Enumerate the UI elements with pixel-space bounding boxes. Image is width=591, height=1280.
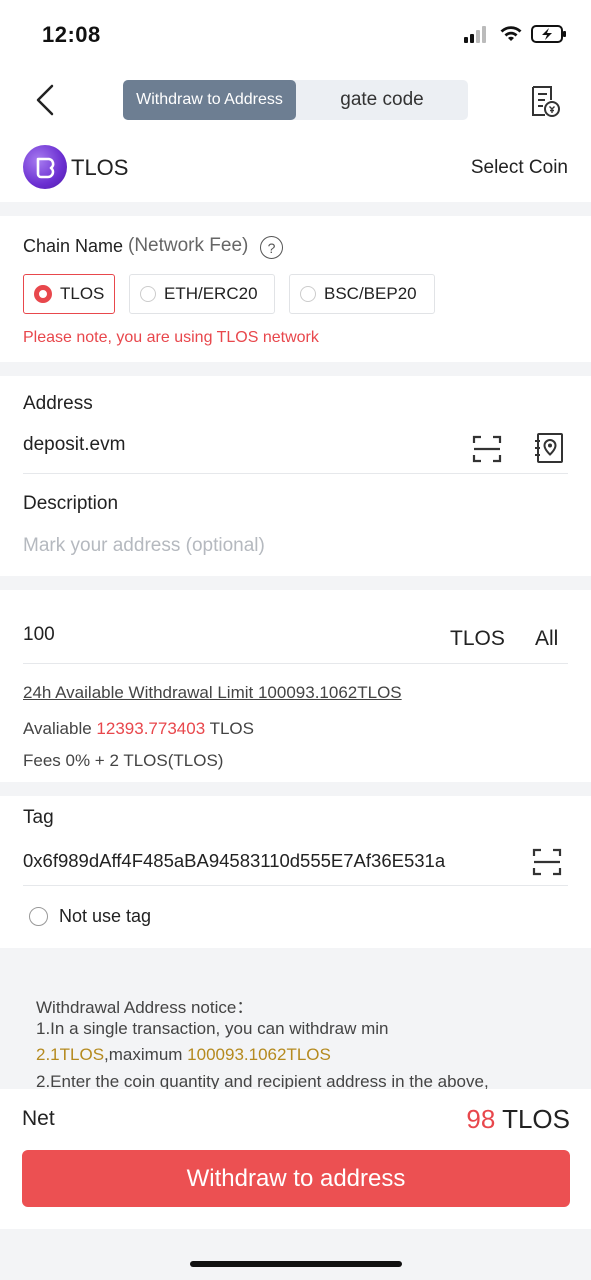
description-label: Description (23, 493, 119, 514)
chain-option-eth-erc20[interactable]: ETH/ERC20 (129, 274, 275, 314)
radio-unselected-icon (140, 286, 156, 302)
net-label: Net (22, 1107, 55, 1130)
tlos-logo-icon (36, 157, 55, 179)
tag-input[interactable]: 0x6f989dAff4F485aBA94583110d555E7Af36E53… (23, 850, 445, 872)
chain-option-bsc-bep20[interactable]: BSC/BEP20 (289, 274, 435, 314)
home-indicator[interactable] (190, 1261, 402, 1267)
available-value: 12393.773403 (96, 719, 206, 738)
withdraw-record-icon[interactable] (529, 84, 561, 118)
divider (23, 473, 568, 474)
notice-line-1: 1.In a single transaction, you can withd… (36, 1019, 389, 1038)
address-book-icon[interactable] (534, 432, 564, 464)
radio-selected-icon (34, 285, 52, 303)
signal-icon (464, 26, 486, 43)
divider (23, 663, 568, 664)
amount-unit: TLOS (450, 627, 505, 650)
scan-qr-icon[interactable] (472, 434, 502, 464)
net-value: 98 (466, 1104, 496, 1134)
all-button[interactable]: All (535, 627, 558, 651)
notice-line-2: 2.Enter the coin quantity and recipient … (36, 1072, 489, 1089)
amount-input[interactable]: 100 (23, 624, 55, 646)
notice-limits: 2.1TLOS,maximum 100093.1062TLOS (36, 1045, 331, 1065)
not-use-tag-label: Not use tag (59, 906, 152, 926)
available-balance: Avaliable 12393.773403 TLOS (23, 719, 254, 739)
chain-option-label: BSC/BEP20 (324, 284, 417, 303)
section-separator (0, 782, 591, 796)
address-label: Address (23, 393, 93, 414)
wifi-icon (500, 26, 522, 41)
available-label: Avaliable (23, 719, 92, 738)
notice-max-value: 100093.1062TLOS (187, 1045, 331, 1064)
network-warning: Please note, you are using TLOS network (23, 329, 319, 346)
tab-gate-code[interactable]: gate code (296, 80, 468, 120)
back-icon[interactable] (30, 82, 62, 118)
description-input[interactable]: Mark your address (optional) (23, 535, 265, 557)
tlos-coin-logo (23, 145, 67, 189)
radio-unselected-icon (29, 907, 48, 926)
chain-option-label: ETH/ERC20 (164, 284, 258, 303)
tab-withdraw-to-address[interactable]: Withdraw to Address (123, 80, 296, 120)
scan-tag-icon[interactable] (532, 847, 562, 877)
coin-name: TLOS (71, 155, 129, 180)
bottom-area (0, 1229, 591, 1280)
net-amount: 98 TLOS (466, 1104, 570, 1135)
radio-unselected-icon (300, 286, 316, 302)
notice-line-2-clip: 2.Enter the coin quantity and recipient … (0, 1070, 591, 1089)
not-use-tag-option[interactable]: Not use tag (29, 906, 151, 927)
section-separator (0, 202, 591, 216)
divider (23, 885, 568, 886)
battery-charging-icon (531, 25, 566, 43)
available-unit: TLOS (209, 719, 254, 738)
status-icons (463, 24, 567, 44)
nav-bar: Withdraw to Address gate code (0, 70, 591, 130)
net-unit: TLOS (502, 1104, 570, 1134)
coin-row: TLOS Select Coin (0, 142, 591, 194)
tag-label: Tag (23, 807, 54, 828)
status-time: 12:08 (42, 22, 101, 47)
withdraw-button[interactable]: Withdraw to address (22, 1150, 570, 1207)
fees-text: Fees 0% + 2 TLOS(TLOS) (23, 751, 224, 770)
notice-title: Withdrawal Address notice： (36, 998, 254, 1017)
withdrawal-limit-link[interactable]: 24h Available Withdrawal Limit 100093.10… (23, 683, 402, 703)
chain-option-label: TLOS (60, 284, 105, 303)
section-separator (0, 362, 591, 376)
section-separator (0, 576, 591, 590)
withdraw-mode-switch: Withdraw to Address gate code (123, 80, 468, 120)
chain-option-tlos[interactable]: TLOS (23, 274, 115, 314)
help-icon[interactable]: ? (260, 236, 283, 259)
notice-min-value: 2.1TLOS (36, 1045, 105, 1064)
network-fee-label: (Network Fee) (128, 235, 249, 256)
notice-max-prefix: ,maximum (104, 1045, 188, 1064)
chain-name-label: Chain Name (23, 236, 124, 256)
select-coin-link[interactable]: Select Coin (471, 157, 568, 179)
status-bar: 12:08 (0, 0, 591, 70)
address-input[interactable]: deposit.evm (23, 434, 125, 456)
